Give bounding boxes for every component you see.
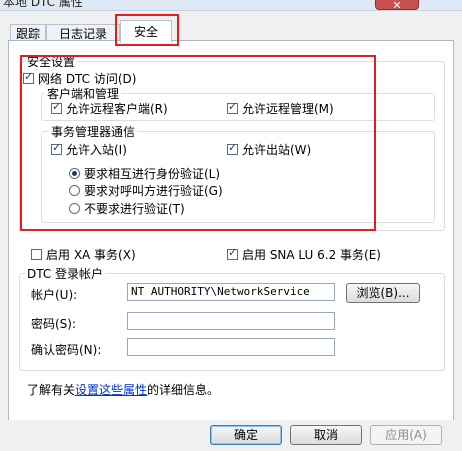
confirm-password-input[interactable] xyxy=(127,338,335,356)
allow-remote-clients-checkbox[interactable]: 允许远程客户端(R) xyxy=(51,100,168,117)
password-label: 密码(S): xyxy=(31,317,77,331)
password-input[interactable] xyxy=(127,312,335,330)
radio-label: 不要求进行验证(T) xyxy=(84,202,185,216)
ok-button[interactable]: 确定 xyxy=(210,425,282,445)
checkbox-box xyxy=(227,100,238,114)
info-prefix: 了解有关 xyxy=(27,383,76,397)
security-tab-panel: 安全设置 网络 DTC 访问(D) 客户端和管理 允许远程客户端(R) 允许远程… xyxy=(8,40,454,422)
tab-security[interactable]: 安全 xyxy=(120,20,172,43)
radio-label: 要求相互进行身份验证(L) xyxy=(84,167,221,181)
close-button[interactable]: ✕ xyxy=(375,0,419,10)
tab-label: 日志记录 xyxy=(58,27,107,41)
checkbox-label: 允许入站(I) xyxy=(66,143,127,157)
title-bar: 本地 DTC 属性 ✕ xyxy=(0,0,462,11)
checkbox-box xyxy=(51,141,62,155)
dialog-button-bar: 确定 取消 应用(A) xyxy=(0,420,462,451)
checkbox-box xyxy=(227,141,238,155)
checkbox-box xyxy=(227,246,238,260)
cancel-button[interactable]: 取消 xyxy=(290,425,362,445)
info-suffix: 的详细信息。 xyxy=(147,383,220,397)
checkbox-label: 启用 SNA LU 6.2 事务(E) xyxy=(242,248,381,262)
checkbox-box xyxy=(51,100,62,114)
logon-account-label: DTC 登录帐户 xyxy=(25,265,106,282)
checkbox-box xyxy=(23,70,34,84)
close-icon: ✕ xyxy=(392,0,402,11)
apply-button[interactable]: 应用(A) xyxy=(370,425,442,445)
radio-no-auth[interactable]: 不要求进行验证(T) xyxy=(69,200,185,217)
tm-comm-label: 事务管理器通信 xyxy=(49,123,138,140)
info-text: 了解有关设置这些属性的详细信息。 xyxy=(27,381,219,398)
button-label: 浏览(B)... xyxy=(356,286,410,300)
confirm-password-label: 确认密码(N): xyxy=(31,343,102,357)
radio-dot xyxy=(69,203,80,214)
tab-label: 跟踪 xyxy=(15,27,40,41)
radio-dot xyxy=(69,185,80,196)
account-input[interactable]: NT AUTHORITY\NetworkService xyxy=(127,283,335,301)
radio-label: 要求对呼叫方进行验证(G) xyxy=(84,184,223,198)
checkbox-label: 启用 XA 事务(X) xyxy=(46,248,136,262)
security-settings-label: 安全设置 xyxy=(25,53,78,70)
window-title: 本地 DTC 属性 xyxy=(3,0,83,9)
checkbox-label: 允许远程管理(M) xyxy=(242,102,334,116)
enable-sna-checkbox[interactable]: 启用 SNA LU 6.2 事务(E) xyxy=(227,246,381,263)
radio-mutual-auth[interactable]: 要求相互进行身份验证(L) xyxy=(69,165,220,182)
account-label: 帐户(U): xyxy=(31,288,78,302)
settings-link[interactable]: 设置这些属性 xyxy=(75,383,147,397)
allow-outbound-checkbox[interactable]: 允许出站(W) xyxy=(227,141,311,158)
button-label: 取消 xyxy=(313,428,338,442)
checkbox-box xyxy=(31,249,42,260)
radio-dot xyxy=(69,168,80,179)
radio-caller-auth[interactable]: 要求对呼叫方进行验证(G) xyxy=(69,182,223,199)
allow-remote-admin-checkbox[interactable]: 允许远程管理(M) xyxy=(227,100,334,117)
button-label: 确定 xyxy=(233,428,258,442)
allow-inbound-checkbox[interactable]: 允许入站(I) xyxy=(51,141,127,158)
checkbox-label: 允许远程客户端(R) xyxy=(66,102,168,116)
button-label: 应用(A) xyxy=(385,428,427,442)
checkbox-label: 允许出站(W) xyxy=(242,143,312,157)
browse-button[interactable]: 浏览(B)... xyxy=(346,283,420,303)
tab-label: 安全 xyxy=(133,25,158,39)
enable-xa-checkbox[interactable]: 启用 XA 事务(X) xyxy=(31,246,136,263)
